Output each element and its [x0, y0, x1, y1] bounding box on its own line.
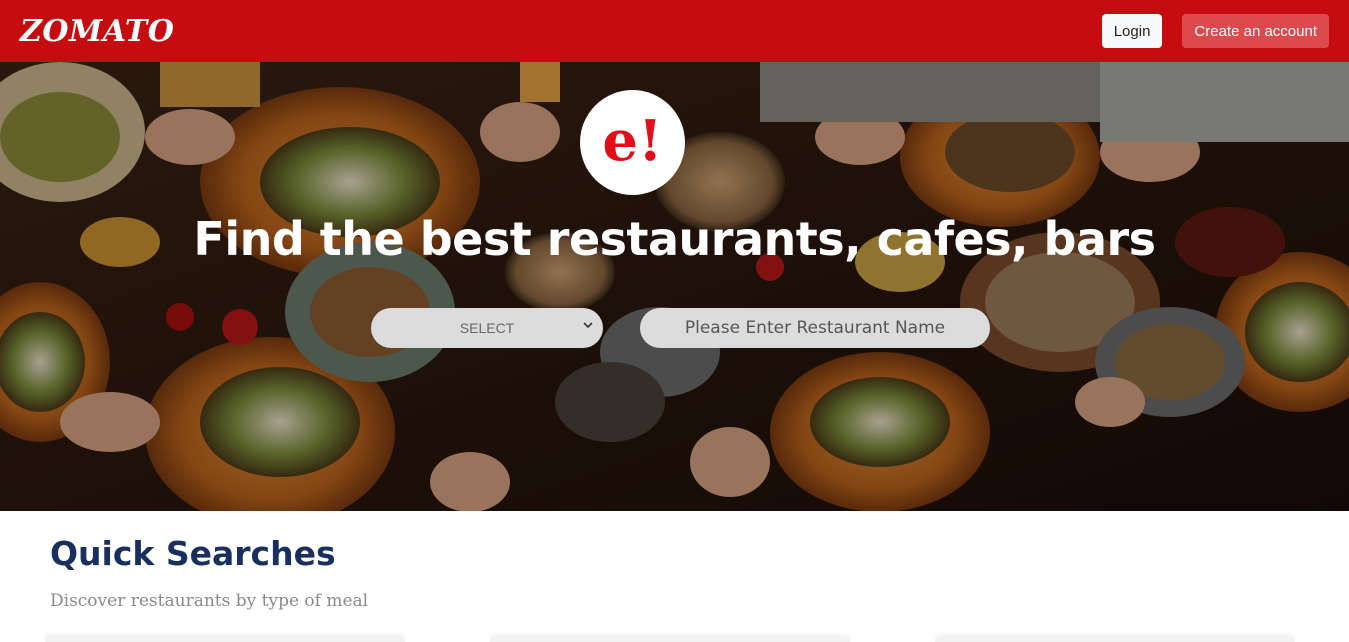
- create-account-button[interactable]: Create an account: [1182, 14, 1329, 48]
- nav-actions: Login Create an account: [1101, 14, 1329, 48]
- top-navbar: ZOMATO Login Create an account: [0, 0, 1349, 62]
- meal-type-card[interactable]: [935, 636, 1295, 642]
- location-select-value: SELECT: [459, 320, 515, 336]
- logo-text: e!: [602, 107, 663, 174]
- chevron-down-icon: [583, 322, 593, 329]
- hero-title: Find the best restaurants, cafes, bars: [193, 212, 1156, 266]
- restaurant-search-input[interactable]: [640, 308, 990, 348]
- brand-logo[interactable]: ZOMATO: [20, 14, 174, 49]
- location-select[interactable]: SELECT: [371, 308, 603, 348]
- site-logo-badge: e!: [580, 90, 685, 195]
- login-button[interactable]: Login: [1101, 14, 1163, 48]
- meal-type-card[interactable]: [45, 636, 405, 642]
- quick-searches-subtitle: Discover restaurants by type of meal: [50, 591, 369, 611]
- meal-type-card[interactable]: [490, 636, 850, 642]
- quick-searches-title: Quick Searches: [50, 534, 336, 573]
- hero-banner: e! Find the best restaurants, cafes, bar…: [0, 62, 1349, 511]
